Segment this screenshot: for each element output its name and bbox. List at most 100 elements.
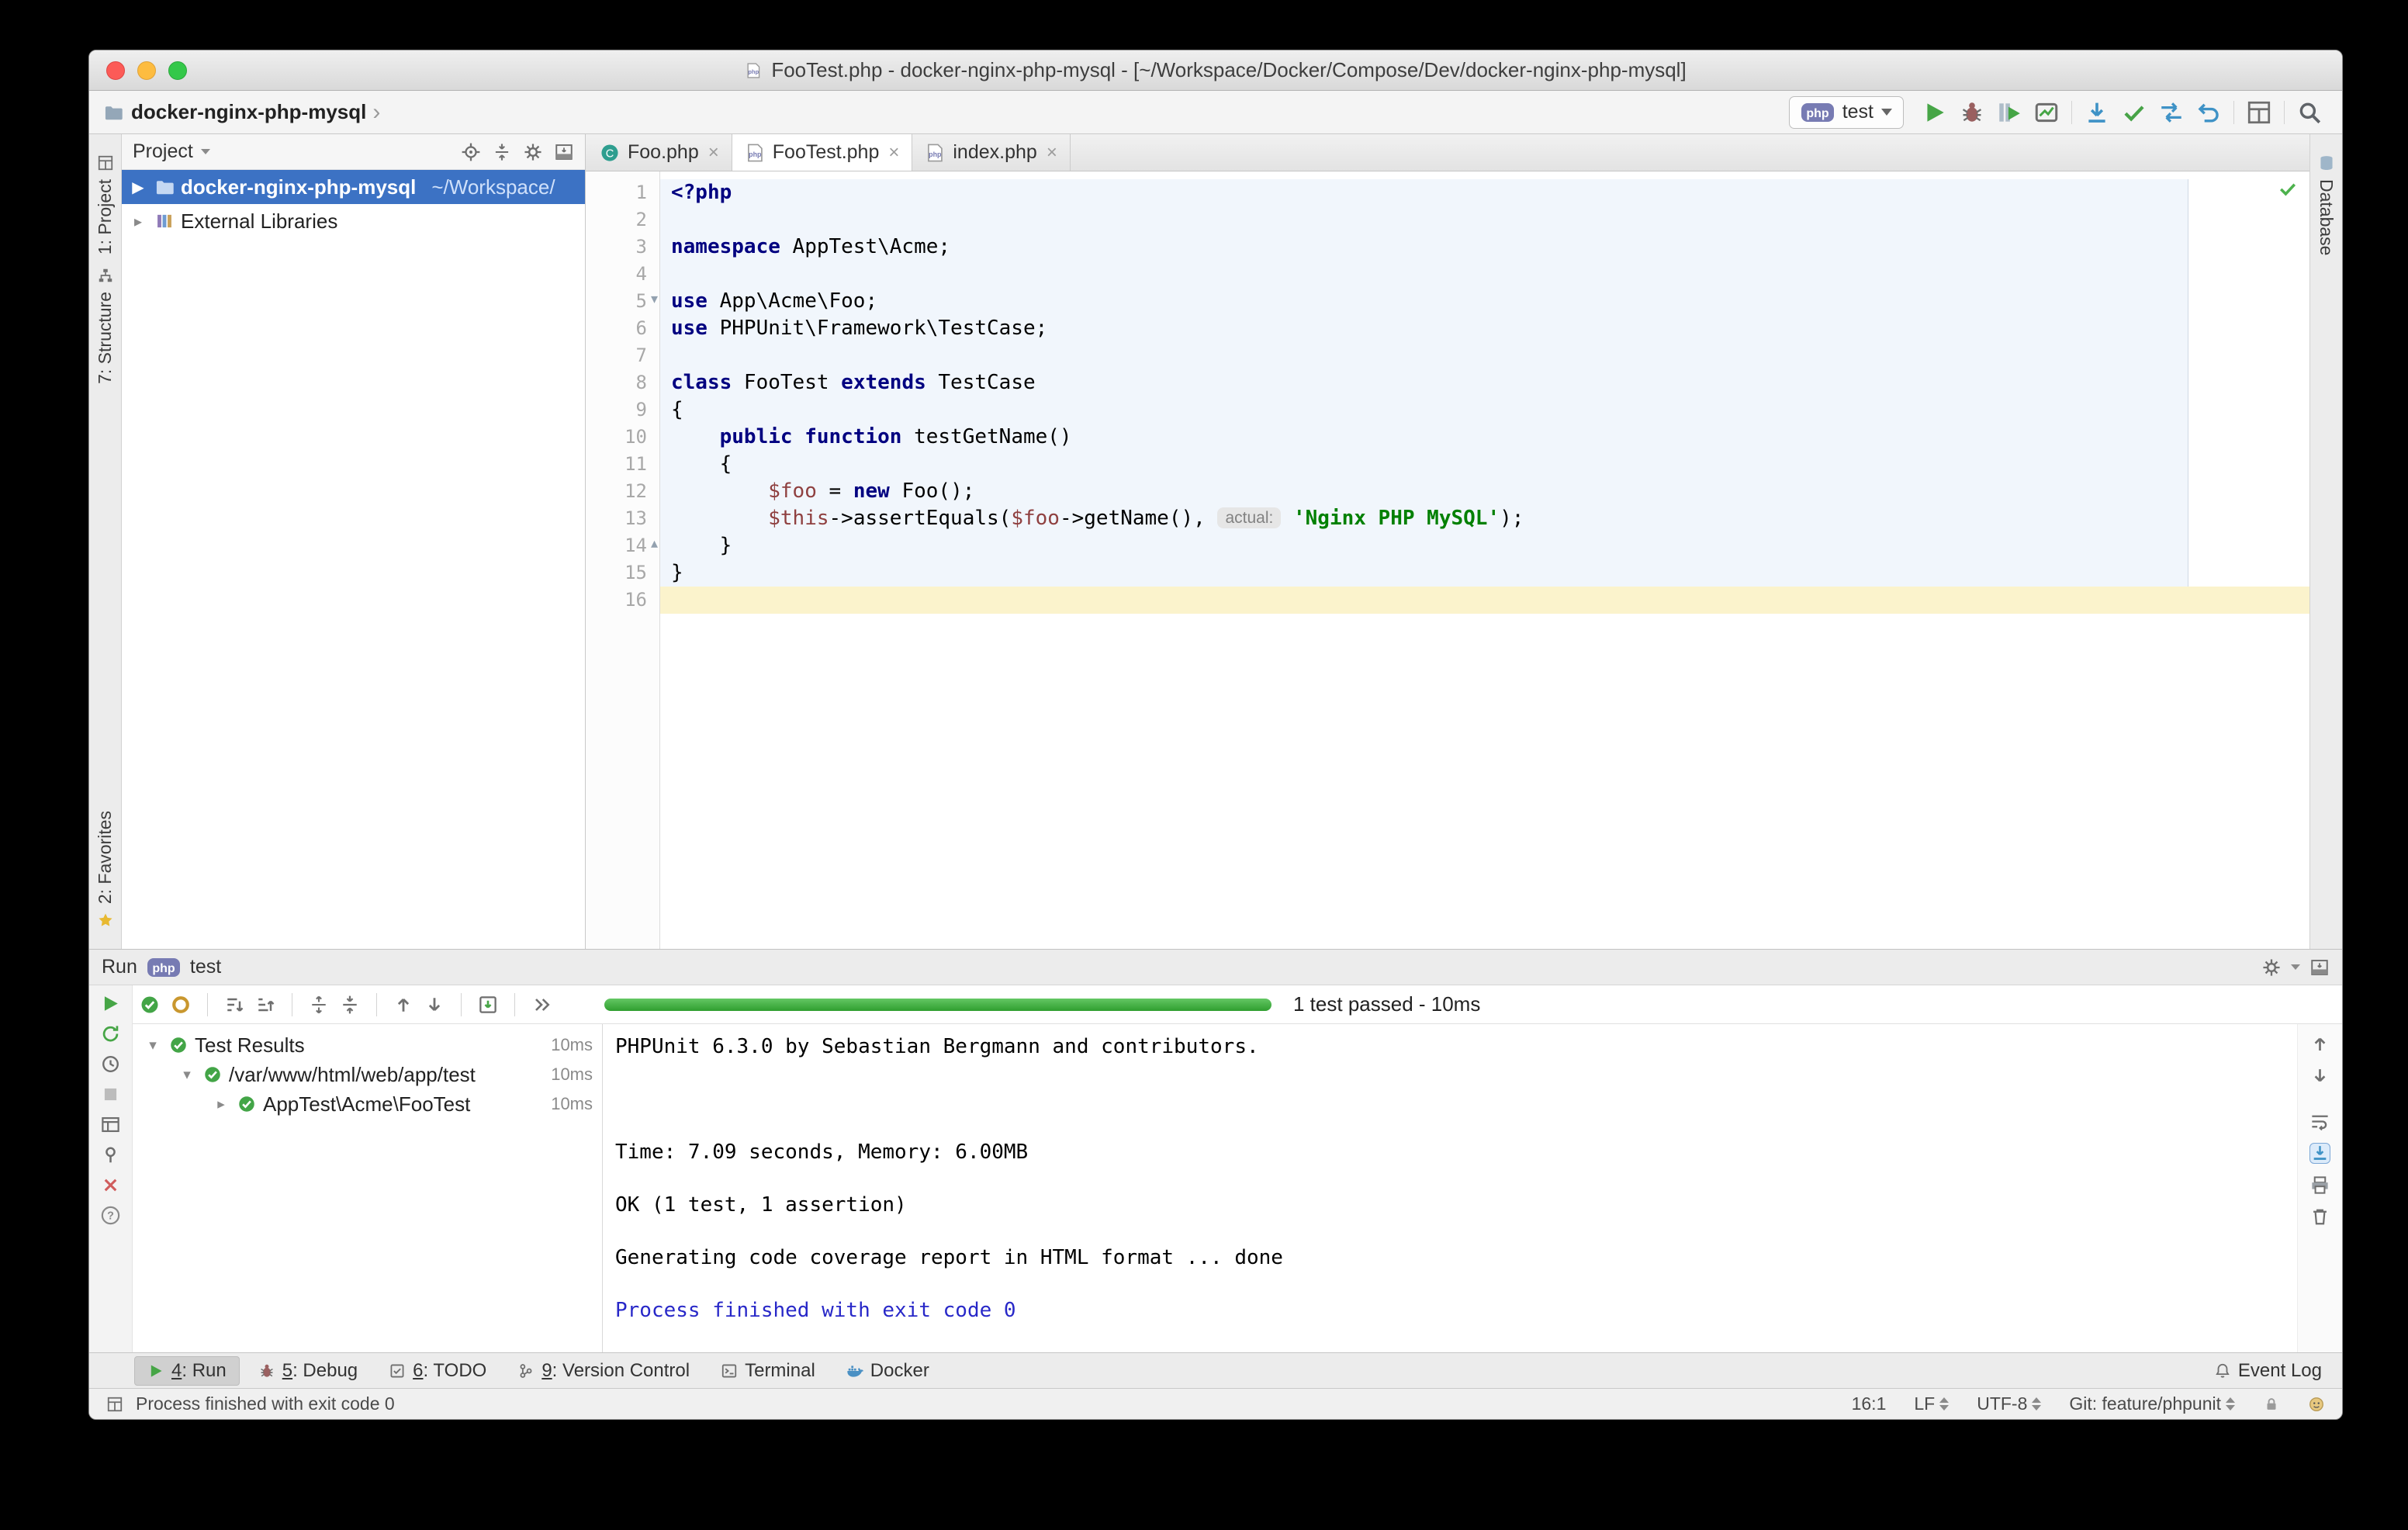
line-number: 1: [586, 179, 659, 206]
inspector-profile-icon[interactable]: [2308, 1396, 2325, 1413]
terminal-icon: [721, 1362, 738, 1379]
tool-stripe-database[interactable]: Database: [2316, 154, 2337, 255]
toolwindow-button-docker[interactable]: Docker: [834, 1357, 942, 1385]
toolwindow-button-6-todo[interactable]: 6: TODO: [376, 1357, 499, 1385]
collapse-all-icon[interactable]: [492, 142, 512, 162]
arrow-up-icon[interactable]: [2309, 1033, 2330, 1054]
coverage-icon[interactable]: [1996, 99, 2022, 126]
code-area[interactable]: <?phpnamespace AppTest\Acme;use App\Acme…: [660, 171, 2309, 949]
console-line: [615, 1086, 2297, 1113]
hide-passed-icon[interactable]: [139, 994, 161, 1016]
expand-all-icon[interactable]: [308, 994, 330, 1016]
window-grid-icon[interactable]: [2246, 99, 2272, 126]
tool-window-switcher-icon[interactable]: [106, 1396, 123, 1413]
inspections-ok-icon[interactable]: [2277, 178, 2299, 199]
close-window-button[interactable]: [106, 61, 125, 80]
revert-icon[interactable]: [2195, 99, 2222, 126]
restore-layout-icon[interactable]: [100, 1114, 121, 1135]
import-tests-icon[interactable]: [477, 994, 499, 1016]
tool-stripe-1-project[interactable]: 1: Project: [95, 154, 116, 254]
expand-arrow-icon[interactable]: ▾: [144, 1037, 162, 1054]
search-icon[interactable]: [2296, 99, 2323, 126]
toolwindow-button-9-version-control[interactable]: 9: Version Control: [505, 1357, 702, 1385]
profiler-icon[interactable]: [2033, 99, 2060, 126]
editor[interactable]: 12345678910111213141516 <?phpnamespace A…: [586, 171, 2309, 949]
line-separator-widget[interactable]: LF: [1914, 1393, 1949, 1414]
arrow-up-icon[interactable]: [393, 994, 414, 1016]
diff-icon[interactable]: [2158, 99, 2185, 126]
run-tab-label[interactable]: Run: [102, 956, 137, 978]
tab-close-icon[interactable]: ×: [1047, 142, 1057, 164]
hide-panel-icon[interactable]: [2309, 957, 2330, 978]
toolwindow-button-5-debug[interactable]: 5: Debug: [246, 1357, 370, 1385]
scroll-end-icon[interactable]: [2309, 1143, 2330, 1164]
toolbar-separator: [2233, 101, 2234, 124]
collapse-all-icon[interactable]: [339, 994, 361, 1016]
arrow-down-icon[interactable]: [2309, 1065, 2330, 1086]
auto-test-icon[interactable]: [100, 1054, 121, 1075]
settings-gear-icon[interactable]: [2261, 957, 2282, 978]
stop-icon[interactable]: [100, 1084, 121, 1105]
expand-arrow-icon[interactable]: ▸: [212, 1096, 230, 1113]
tab-close-icon[interactable]: ×: [708, 142, 719, 164]
fold-marker-icon[interactable]: ▴: [651, 535, 658, 552]
minimize-window-button[interactable]: [137, 61, 156, 80]
test-tree-row-apptest-acme-footest[interactable]: ▸AppTest\Acme\FooTest10ms: [133, 1089, 602, 1119]
rerun-failed-icon[interactable]: [100, 1023, 121, 1044]
titlebar[interactable]: php FooTest.php - docker-nginx-php-mysql…: [89, 50, 2342, 91]
tree-node-external-libraries[interactable]: ▸External Libraries: [122, 204, 585, 238]
star-icon: [97, 912, 114, 929]
soft-wrap-icon[interactable]: [2309, 1111, 2330, 1132]
editor-tab-foo-php[interactable]: CFoo.php×: [587, 134, 732, 171]
debug-icon[interactable]: [1959, 99, 1985, 126]
hide-panel-icon[interactable]: [554, 142, 574, 162]
toolwindow-button-terminal[interactable]: Terminal: [708, 1357, 828, 1385]
line-number: 4: [586, 261, 659, 288]
breadcrumb-project[interactable]: docker-nginx-php-mysql: [131, 100, 366, 124]
test-tree-row-var-www-html-web-app-test[interactable]: ▾/var/www/html/web/app/test10ms: [133, 1060, 602, 1089]
tab-close-icon[interactable]: ×: [888, 142, 899, 164]
console-line: [615, 1113, 2297, 1139]
clear-icon[interactable]: [2309, 1206, 2330, 1227]
toolwindow-button-4-run[interactable]: 4: Run: [134, 1356, 240, 1386]
lock-icon[interactable]: [2263, 1396, 2280, 1413]
caret-position-widget[interactable]: 16:1: [1852, 1393, 1887, 1414]
commit-icon[interactable]: [2121, 99, 2147, 126]
line-number: 14: [586, 532, 659, 559]
close-icon[interactable]: [100, 1175, 121, 1196]
sort-duration-icon[interactable]: [254, 994, 276, 1016]
fold-marker-icon[interactable]: ▾: [651, 291, 658, 307]
run-console[interactable]: PHPUnit 6.3.0 by Sebastian Bergmann and …: [603, 1024, 2297, 1352]
pin-icon[interactable]: [100, 1144, 121, 1165]
rerun-icon[interactable]: [100, 993, 121, 1014]
file-encoding-widget[interactable]: UTF-8: [1977, 1393, 2041, 1414]
editor-tab-index-php[interactable]: phpindex.php×: [912, 134, 1070, 171]
git-branch-widget[interactable]: Git: feature/phpunit: [2069, 1393, 2235, 1414]
test-name: AppTest\Acme\FooTest: [263, 1092, 545, 1116]
locate-icon[interactable]: [461, 142, 481, 162]
run-icon[interactable]: [1922, 99, 1948, 126]
project-root-name: docker-nginx-php-mysql: [181, 175, 416, 199]
event-log-button[interactable]: Event Log: [2214, 1360, 2342, 1382]
gear-icon[interactable]: [523, 142, 543, 162]
test-tree-row-test-results[interactable]: ▾Test Results10ms: [133, 1030, 602, 1060]
sort-alpha-icon[interactable]: [223, 994, 245, 1016]
expand-arrow-icon[interactable]: ▸: [128, 212, 148, 231]
tool-stripe-7-structure[interactable]: 7: Structure: [95, 267, 116, 384]
help-icon[interactable]: ?: [100, 1205, 121, 1226]
zoom-window-button[interactable]: [168, 61, 187, 80]
chevron-more-icon[interactable]: [531, 994, 552, 1016]
tool-stripe-2-favorites[interactable]: 2: Favorites: [95, 811, 116, 929]
show-ignored-icon[interactable]: [170, 994, 192, 1016]
project-root-row[interactable]: ▶docker-nginx-php-mysql~/Workspace/: [122, 170, 585, 204]
pass-circle-icon: [202, 1064, 223, 1085]
update-project-icon[interactable]: [2084, 99, 2110, 126]
arrow-down-icon[interactable]: [424, 994, 445, 1016]
svg-text:?: ?: [107, 1210, 114, 1223]
print-icon[interactable]: [2309, 1175, 2330, 1196]
run-configuration-select[interactable]: php test: [1789, 96, 1904, 129]
project-view-selector[interactable]: Project: [133, 140, 193, 163]
editor-tab-footest-php[interactable]: phpFooTest.php×: [732, 134, 913, 171]
expand-arrow-icon[interactable]: ▶: [128, 178, 148, 197]
expand-arrow-icon[interactable]: ▾: [178, 1066, 196, 1084]
